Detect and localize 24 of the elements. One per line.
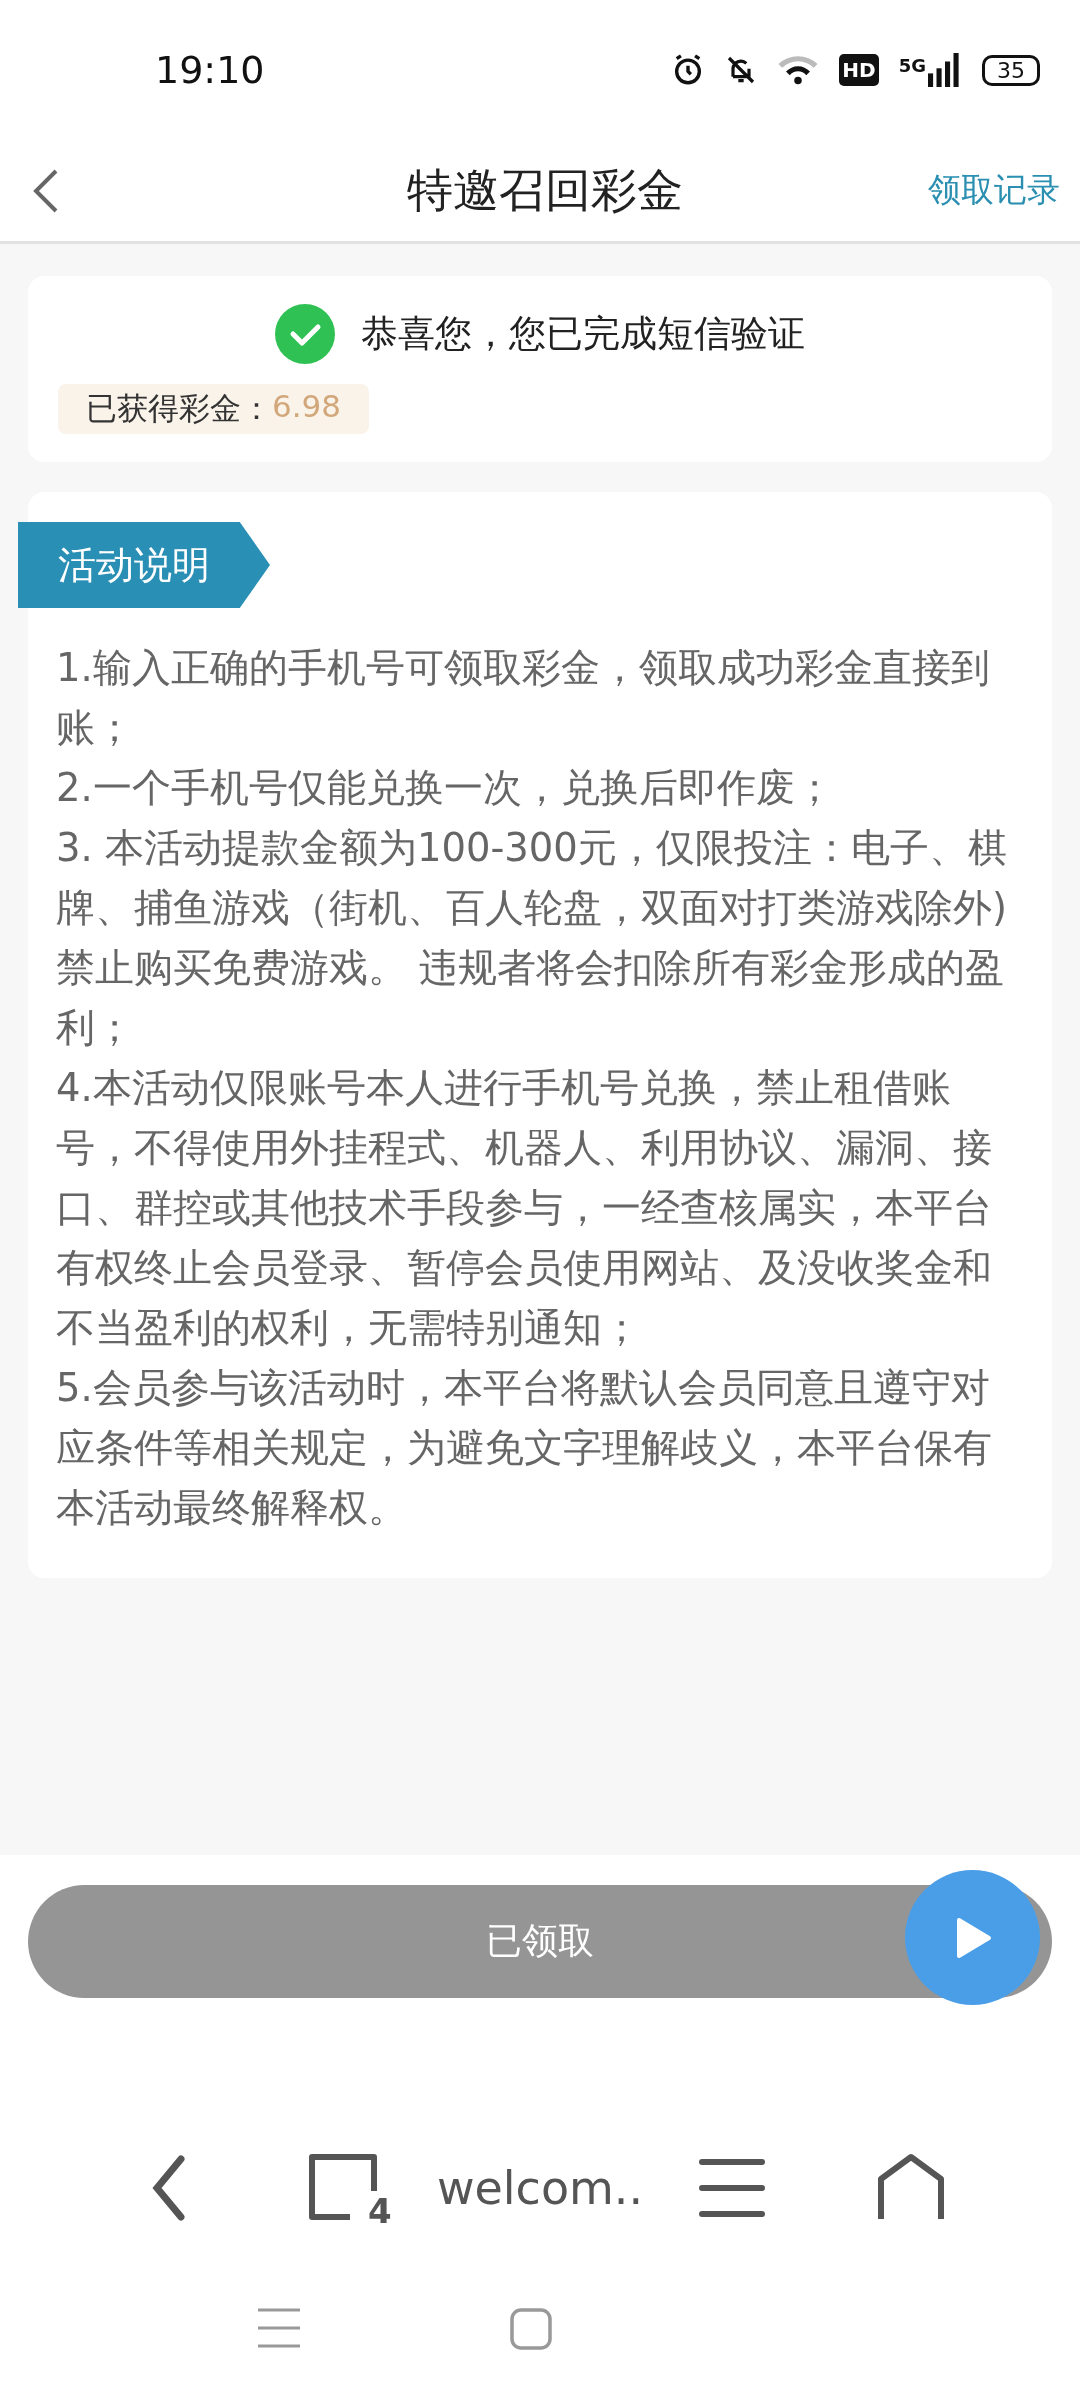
address-text[interactable]: welcom.. [436, 2161, 644, 2215]
rule-text: 2.一个手机号仅能兑换一次，兑换后即作废； [55, 764, 835, 812]
recent-apps-icon[interactable] [258, 2308, 300, 2348]
status-time: 19:10 [155, 48, 265, 92]
claim-history-link[interactable]: 领取记录 [928, 168, 1060, 213]
rule-text: 1.输入正确的手机号可领取彩金，领取成功彩金直接到账； [55, 644, 991, 752]
hd-badge: HD [839, 54, 879, 86]
reward-value: 6.98 [272, 388, 342, 426]
menu-icon[interactable] [699, 2159, 766, 2217]
reward-label: 已获得彩金： [86, 389, 272, 428]
success-message: 恭喜您，您已完成短信验证 [361, 311, 805, 357]
wifi-icon [777, 54, 820, 86]
back-icon[interactable] [151, 2155, 188, 2221]
page-title: 特邀召回彩金 [407, 161, 683, 219]
rule-text: 4.本活动仅限账号本人进行手机号兑换，禁止租借账号，不得使用外挂程式、机器人、利用协议、漏洞、接口、群控或其他技术手段参与，一经查核属实，本平台有权终止会员登录、暂停会员使用网站、及没收奖金和不当盈利的权利，无需特别通知； [55, 1064, 993, 1352]
signal-icon [928, 53, 962, 87]
section-tag: 活动说明 [18, 522, 270, 608]
tabs-button[interactable]: 4 [307, 2153, 388, 2223]
network-label: 5G [898, 55, 926, 76]
success-check-icon [275, 304, 335, 364]
battery-level: 35 [982, 54, 1040, 86]
rule-text: 3. 本活动提款金额为100-300元，仅限投注：电子、棋牌、捕鱼游戏（街机、百人轮盘，双面对打类游戏除外) 禁止购买免费游戏。 违规者将会扣除所有彩金形成的盈利； [55, 824, 1009, 1052]
rule-text: 5.会员参与该活动时，本平台将默认会员同意且遵守对应条件等相关规定，为避免文字理解歧义，本平台保有本活动最终解释权。 [55, 1364, 993, 1532]
home-nav-icon[interactable] [510, 2308, 552, 2350]
